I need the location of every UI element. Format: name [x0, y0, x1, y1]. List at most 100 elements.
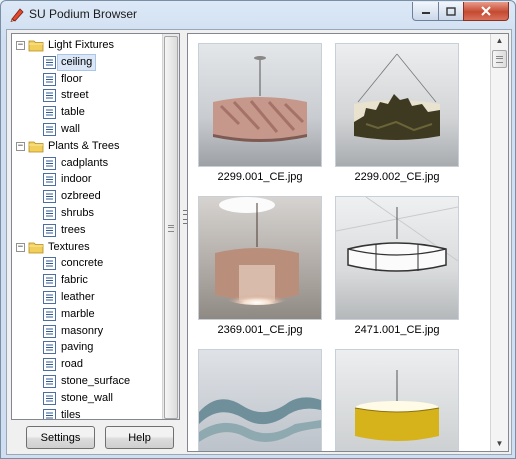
tree-item-label: shrubs — [61, 207, 95, 219]
tree-item-label: concrete — [61, 257, 104, 270]
thumbnail-caption: 2471.001_CE.jpg — [354, 324, 440, 336]
category-icon — [43, 291, 56, 304]
gallery-scrollbar[interactable]: ▲ ▼ — [490, 34, 508, 451]
minimize-button[interactable] — [412, 2, 439, 21]
yellow-drum-lamp-image — [336, 350, 458, 451]
thumbnail-card[interactable] — [198, 349, 322, 451]
tree-item-label: table — [61, 106, 85, 119]
tree-item[interactable]: ceiling — [12, 53, 164, 71]
thumbnail-gallery[interactable]: 2299.001_CE.jpg 2299.002_CE.jpg 2369.001… — [187, 33, 509, 452]
thumbnail-caption: 2299.002_CE.jpg — [354, 171, 440, 183]
collapse-icon[interactable]: − — [16, 41, 25, 50]
glowing-pendant-lamp-image — [199, 197, 321, 319]
help-button[interactable]: Help — [105, 426, 174, 449]
tree-item[interactable]: cadplants — [12, 155, 164, 172]
tree-item[interactable]: street — [12, 87, 164, 104]
title-bar[interactable]: SU Podium Browser — [1, 1, 515, 27]
category-icon — [43, 257, 56, 271]
thumbnail-card[interactable]: 2299.002_CE.jpg — [335, 43, 459, 183]
tree-item[interactable]: concrete — [12, 255, 164, 272]
tree-item[interactable]: indoor — [12, 171, 164, 188]
scroll-down-arrow-icon[interactable]: ▼ — [491, 437, 508, 451]
tree-folder-label: Textures — [48, 240, 90, 253]
tree-folder[interactable]: − Plants & Trees — [12, 138, 164, 155]
thumbnail-card[interactable]: 2369.001_CE.jpg — [198, 196, 322, 336]
client-area: − Light Fixtures ceiling floor street table wa… — [6, 29, 512, 455]
tree-item[interactable]: marble — [12, 306, 164, 323]
tree-item-label: indoor — [61, 173, 92, 186]
category-icon — [43, 223, 56, 237]
tree-item[interactable]: floor — [12, 71, 164, 88]
tree-item-label: floor — [61, 72, 83, 85]
thumbnail-card[interactable]: 2471.001_CE.jpg — [335, 196, 459, 336]
tree-scrollbar-thumb[interactable] — [164, 36, 178, 419]
minimize-icon — [421, 12, 430, 14]
category-icon — [43, 324, 56, 338]
category-icon — [43, 274, 56, 288]
category-icon — [43, 123, 56, 136]
category-icon — [43, 156, 56, 170]
tree-item-label: leather — [61, 291, 95, 303]
tree-item-label: fabric — [61, 274, 88, 287]
thumbnail-image[interactable] — [198, 196, 322, 320]
thumbnail-card[interactable] — [335, 349, 459, 451]
thumbnail-card[interactable]: 2299.001_CE.jpg — [198, 43, 322, 183]
collapse-icon[interactable]: − — [16, 242, 25, 252]
tree-item[interactable]: tiles — [12, 407, 164, 419]
tree-item[interactable]: stone_surface — [12, 373, 164, 390]
tree-item[interactable]: shrubs — [12, 205, 164, 222]
category-icon — [43, 173, 56, 187]
category-icon — [43, 55, 56, 69]
tree-item-label: masonry — [61, 324, 104, 337]
thumbnail-caption: 2369.001_CE.jpg — [217, 324, 303, 336]
wave-lamp-image — [199, 350, 321, 451]
category-icon — [43, 307, 56, 321]
category-icon — [43, 408, 56, 419]
tree-folder[interactable]: − Light Fixtures — [12, 37, 164, 54]
tree-item[interactable]: leather — [12, 289, 164, 306]
help-button-label: Help — [128, 431, 151, 444]
tree-item-label: paving — [61, 341, 94, 354]
tree-item[interactable]: table — [12, 104, 164, 121]
tree-item[interactable]: fabric — [12, 272, 164, 289]
category-icon — [43, 89, 56, 103]
settings-button-label: Settings — [40, 431, 81, 444]
thumbnail-image[interactable] — [198, 349, 322, 451]
tree-scrollbar[interactable] — [162, 34, 179, 419]
scroll-up-arrow-icon[interactable]: ▲ — [491, 34, 508, 48]
tree-item-label: street — [61, 89, 89, 102]
tree-item-label: ceiling — [57, 53, 97, 71]
drum-shade-lamp-image — [199, 44, 321, 166]
maximize-icon — [446, 6, 456, 16]
category-icon — [43, 391, 56, 405]
tree-item[interactable]: paving — [12, 339, 164, 356]
thumbnail-caption: 2299.001_CE.jpg — [217, 171, 303, 183]
tree-item[interactable]: stone_wall — [12, 390, 164, 407]
tree-item-label: road — [61, 358, 84, 371]
category-tree[interactable]: − Light Fixtures ceiling floor street table wa… — [11, 33, 180, 420]
close-button[interactable] — [463, 2, 509, 21]
category-icon — [43, 207, 56, 220]
thumbnail-image[interactable] — [335, 349, 459, 451]
category-icon — [43, 341, 56, 355]
close-icon — [481, 6, 491, 16]
tree-item[interactable]: trees — [12, 222, 164, 239]
tree-folder[interactable]: − Textures — [12, 239, 164, 256]
category-icon — [43, 106, 56, 120]
gallery-scrollbar-thumb[interactable] — [492, 50, 507, 68]
folder-icon — [28, 241, 44, 254]
tree-item-label: stone_surface — [61, 375, 131, 387]
tree-item-label: marble — [61, 307, 95, 320]
tree-item[interactable]: wall — [12, 121, 164, 138]
thumbnail-image[interactable] — [335, 43, 459, 167]
tree-item[interactable]: masonry — [12, 323, 164, 340]
tree-item[interactable]: road — [12, 356, 164, 373]
tree-item[interactable]: ozbreed — [12, 188, 164, 205]
tree-item-label: ozbreed — [61, 190, 101, 203]
collapse-icon[interactable]: − — [16, 141, 25, 151]
settings-button[interactable]: Settings — [26, 426, 95, 449]
thumbnail-image[interactable] — [198, 43, 322, 167]
folder-icon — [28, 140, 44, 153]
maximize-button[interactable] — [438, 2, 464, 21]
thumbnail-image[interactable] — [335, 196, 459, 320]
